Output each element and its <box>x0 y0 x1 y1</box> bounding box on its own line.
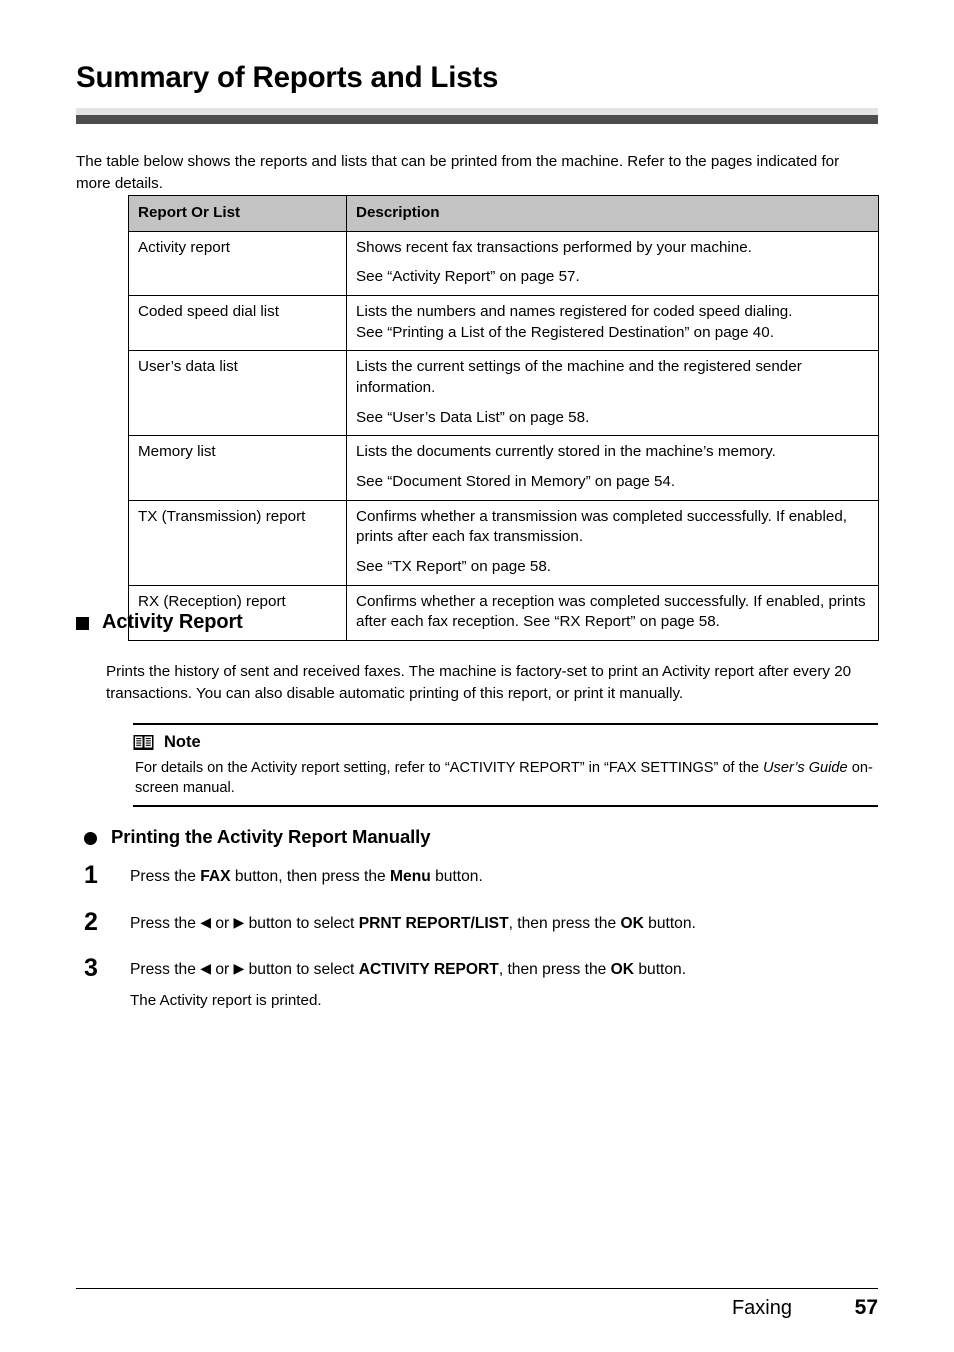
section-heading-printing-manually: Printing the Activity Report Manually <box>84 826 878 848</box>
description-line: See “Document Stored in Memory” on page … <box>356 473 676 491</box>
step-fragment: Press the <box>130 914 201 932</box>
step-fragment: or <box>210 914 234 932</box>
note-text-italic: User’s Guide <box>763 760 848 776</box>
table-cell-report-name: Activity report <box>128 230 347 297</box>
section-heading-activity-report: Activity Report <box>76 611 878 634</box>
activity-report-body: Prints the history of sent and received … <box>106 663 852 703</box>
title-rule-light <box>76 108 878 116</box>
intro-paragraph: The table below shows the reports and li… <box>76 153 840 192</box>
step-fragment: button. <box>430 868 483 885</box>
description-line: Lists the documents currently stored in … <box>356 443 776 461</box>
table-body: Activity report Shows recent fax transact… <box>128 230 879 642</box>
page-footer: Faxing 57 <box>76 1288 878 1320</box>
step-number: 2 <box>84 907 98 936</box>
description-line: See “TX Report” on page 58. <box>356 558 552 576</box>
step-keyword: Menu <box>390 868 431 885</box>
procedure-step: 3 Press the ◀ or ▶ button to select ACTIV… <box>84 955 884 1009</box>
step-keyword: FAX <box>200 868 231 885</box>
table-row: Activity report Shows recent fax transact… <box>128 230 879 297</box>
procedure-steps: 1 Press the FAX button, then press the Me… <box>84 862 884 1029</box>
description-line: See “Printing a List of the Registered D… <box>356 323 774 341</box>
document-page: Summary of Reports and Lists The table b… <box>0 0 954 1352</box>
step-keyword: OK <box>610 961 635 979</box>
step-fragment: button. <box>643 914 696 932</box>
step-fragment: or <box>210 961 234 979</box>
step-number: 1 <box>84 861 98 889</box>
table-row: TX (Transmission) report Confirms whether… <box>128 499 879 586</box>
step-fragment: button to select <box>244 914 359 932</box>
step-keyword: ACTIVITY REPORT <box>358 961 499 979</box>
step-fragment: button, then press the <box>230 868 391 885</box>
procedure-step: 2 Press the ◀ or ▶ button to select PRNT … <box>84 909 884 936</box>
description-line: Confirms whether a transmission was comp… <box>356 507 847 546</box>
table-header-description: Description <box>346 195 879 232</box>
table-row: User’s data list Lists the current settin… <box>128 350 879 437</box>
table-cell-report-name: Coded speed dial list <box>128 295 347 352</box>
description-line: Lists the numbers and names registered f… <box>356 303 793 321</box>
note-text-before: For details on the Activity report setti… <box>135 760 764 776</box>
description-line: Lists the current settings of the machin… <box>356 358 802 397</box>
table-cell-report-name: TX (Transmission) report <box>128 499 347 586</box>
right-arrow-icon: ▶ <box>233 913 245 930</box>
table-cell-report-name: Memory list <box>128 435 347 501</box>
table-cell-report-name: User’s data list <box>128 350 347 437</box>
reports-table: Report Or List Description Activity repo… <box>128 195 879 642</box>
step-text: Press the ◀ or ▶ button to select PRNT R… <box>130 909 696 936</box>
step-keyword: OK <box>620 914 644 932</box>
title-block: Summary of Reports and Lists <box>76 61 878 125</box>
table-row: Memory list Lists the documents currently… <box>128 435 879 501</box>
step-text: Press the ◀ or ▶ button to select ACTIVI… <box>130 955 686 982</box>
table-header-report-or-list: Report Or List <box>128 195 347 232</box>
table-cell-description: Confirms whether a transmission was comp… <box>346 499 879 586</box>
step-keyword: PRNT REPORT/LIST <box>358 914 509 932</box>
note-title: Note <box>164 733 201 751</box>
step-fragment: , then press the <box>508 914 621 932</box>
description-line: Shows recent fax transactions performed … <box>356 238 752 256</box>
procedure-step: 1 Press the FAX button, then press the Me… <box>84 862 884 889</box>
note-box: Note For details on the Activity report … <box>133 723 878 808</box>
square-bullet-icon <box>76 617 89 630</box>
table-cell-description: Lists the current settings of the machin… <box>346 350 879 437</box>
description-line: See “Activity Report” on page 57. <box>356 268 580 286</box>
note-header: Note <box>133 733 878 752</box>
step-fragment: Press the <box>130 961 201 979</box>
section-heading-label: Activity Report <box>102 611 243 633</box>
step-number: 3 <box>84 954 98 983</box>
table-header-row: Report Or List Description <box>128 195 879 232</box>
step-subtext: The Activity report is printed. <box>130 991 322 1009</box>
left-arrow-icon: ◀ <box>200 960 211 977</box>
footer-page-number: 57 <box>854 1296 878 1319</box>
table-cell-description: Lists the numbers and names registered f… <box>346 295 879 352</box>
table-row: Coded speed dial list Lists the numbers a… <box>128 295 879 352</box>
open-book-icon <box>133 735 154 750</box>
left-arrow-icon: ◀ <box>200 913 211 930</box>
step-fragment: button. <box>634 961 687 979</box>
footer-section-label: Faxing <box>731 1297 792 1319</box>
procedure-heading-label: Printing the Activity Report Manually <box>111 826 431 847</box>
title-rule-dark <box>76 115 878 125</box>
table-cell-description: Lists the documents currently stored in … <box>346 435 879 501</box>
note-body: For details on the Activity report setti… <box>133 758 878 798</box>
table-cell-description: Shows recent fax transactions performed … <box>346 230 879 297</box>
step-fragment: Press the <box>130 868 201 885</box>
right-arrow-icon: ▶ <box>233 960 245 977</box>
step-fragment: button to select <box>244 961 359 979</box>
description-line: See “User’s Data List” on page 58. <box>356 408 590 426</box>
step-text: Press the FAX button, then press the Men… <box>130 862 483 889</box>
step-fragment: , then press the <box>498 961 611 979</box>
round-bullet-icon <box>84 831 97 845</box>
page-title: Summary of Reports and Lists <box>76 61 499 94</box>
